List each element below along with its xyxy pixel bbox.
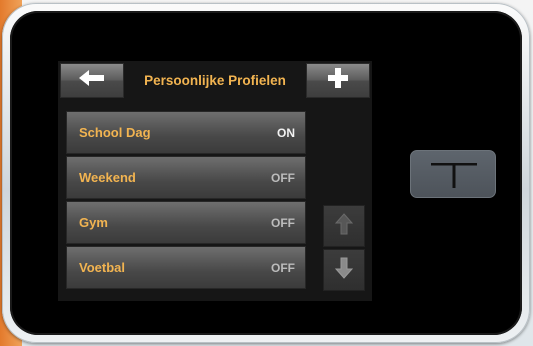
- profile-status: ON: [277, 125, 295, 140]
- home-button[interactable]: [410, 150, 496, 198]
- arrow-up-icon: [334, 212, 354, 240]
- profile-row-weekend[interactable]: Weekend OFF: [66, 156, 306, 199]
- plus-icon: [327, 67, 349, 94]
- scroll-down-button[interactable]: [323, 249, 365, 291]
- profile-row-school-dag[interactable]: School Dag ON: [66, 111, 306, 154]
- profile-list: School Dag ON Weekend OFF Gym OFF Voetba…: [66, 111, 306, 291]
- arrow-down-icon: [334, 257, 354, 284]
- profile-row-voetbal[interactable]: Voetbal OFF: [66, 246, 306, 289]
- back-button[interactable]: [60, 63, 124, 98]
- profile-status: OFF: [271, 215, 295, 230]
- touch-screen: Persoonlijke Profielen School Dag ON Wee…: [58, 61, 372, 301]
- profile-status: OFF: [271, 170, 295, 185]
- arrow-left-icon: [78, 69, 106, 92]
- profile-name: Voetbal: [79, 260, 125, 275]
- profile-name: School Dag: [79, 125, 151, 140]
- profile-status: OFF: [271, 260, 295, 275]
- profile-name: Weekend: [79, 170, 136, 185]
- profile-name: Gym: [79, 215, 108, 230]
- profile-row-gym[interactable]: Gym OFF: [66, 201, 306, 244]
- scroll-up-button[interactable]: [323, 205, 365, 247]
- page-title: Persoonlijke Profielen: [144, 73, 286, 88]
- t-logo-icon: [431, 163, 477, 188]
- add-profile-button[interactable]: [306, 63, 370, 98]
